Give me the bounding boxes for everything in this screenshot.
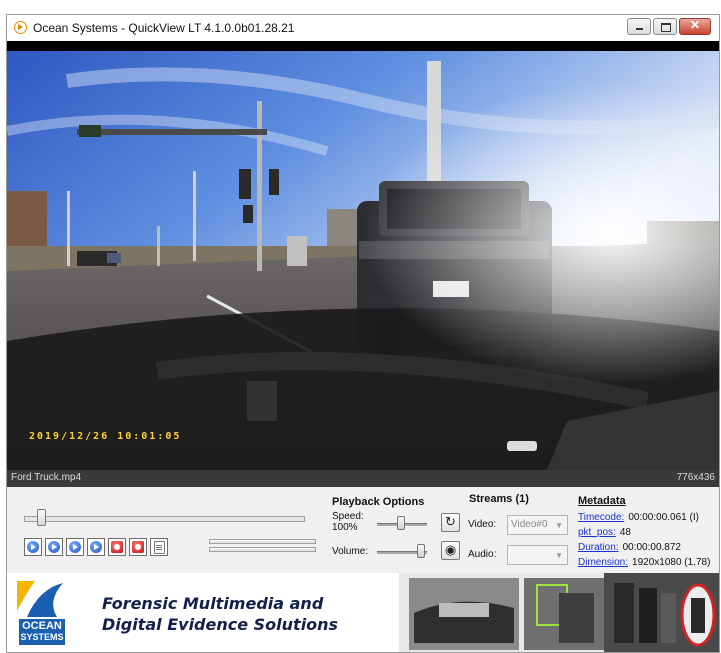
video-dimensions: 776x436 <box>676 472 715 483</box>
metadata-value: 48 <box>619 527 631 538</box>
camera-button[interactable]: ◉ <box>441 541 460 560</box>
seek-handle[interactable] <box>37 509 46 526</box>
video-timestamp: 2019/12/26 10:01:05 <box>29 431 182 442</box>
rewind-start-icon <box>27 541 39 553</box>
title-bar[interactable]: Ocean Systems - QuickView LT 4.1.0.0b01.… <box>7 15 719 42</box>
tagline-line-2: Digital Evidence Solutions <box>102 615 339 634</box>
maximize-icon <box>661 23 671 32</box>
tagline-line-1: Forensic Multimedia and <box>102 594 324 613</box>
metadata-key-link[interactable]: Duration: <box>578 542 619 553</box>
play-icon <box>48 541 60 553</box>
branding-banner: OCEAN SYSTEMS Forensic Multimedia and Di… <box>7 573 719 652</box>
banner-tagline: Forensic Multimedia and Digital Evidence… <box>102 593 338 635</box>
ocean-systems-logo-icon <box>17 581 63 617</box>
report-button[interactable] <box>150 538 168 556</box>
maximize-button[interactable] <box>653 18 677 35</box>
streams-heading: Streams (1) <box>469 493 529 505</box>
rotate-button[interactable]: ↻ <box>441 513 460 532</box>
metadata-value: 00:00:00.872 <box>622 542 681 553</box>
volume-label: Volume: <box>332 546 369 557</box>
logo-line-1: OCEAN <box>22 620 62 632</box>
video-stream-select[interactable]: Video#0 ▼ <box>507 515 568 535</box>
chevron-down-icon: ▼ <box>555 551 563 560</box>
speed-slider-handle[interactable] <box>397 516 405 530</box>
document-icon <box>154 541 165 554</box>
close-icon: ✕ <box>689 18 701 32</box>
window-controls: ✕ <box>627 18 711 35</box>
metadata-row: pkt_pos: 48 <box>578 527 631 538</box>
fast-forward-button[interactable] <box>87 538 105 556</box>
file-name: Ford Truck.mp4 <box>11 472 82 483</box>
metadata-row: Dimension: 1920x1080 (1.78) <box>578 557 710 568</box>
rewind-start-button[interactable] <box>24 538 42 556</box>
metadata-key-link[interactable]: Dimension: <box>578 557 628 568</box>
fast-forward-icon <box>90 541 102 553</box>
metadata-key-link[interactable]: pkt_pos: <box>578 527 616 538</box>
record-button[interactable] <box>129 538 147 556</box>
metadata-row: Timecode: 00:00:00.061 (I) <box>578 512 699 523</box>
window-title: Ocean Systems - QuickView LT 4.1.0.0b01.… <box>33 21 295 35</box>
chevron-down-icon: ▼ <box>555 521 563 530</box>
playback-buttons <box>24 538 168 556</box>
logo-line-2: SYSTEMS <box>20 632 64 642</box>
controls-panel: Playback Options Speed: 100% Volume: Str… <box>7 487 719 573</box>
metadata-value: 1920x1080 (1.78) <box>632 557 711 568</box>
forensic-image-collage <box>399 573 719 652</box>
speed-label: Speed: <box>332 511 364 522</box>
video-stream-label: Video: <box>468 519 497 530</box>
speed-value: 100% <box>332 522 358 533</box>
minimize-button[interactable] <box>627 18 651 35</box>
step-forward-icon <box>69 541 81 553</box>
app-play-icon <box>14 21 27 34</box>
volume-slider-handle[interactable] <box>417 544 425 558</box>
video-stream-value: Video#0 <box>511 519 548 530</box>
video-info-bar: Ford Truck.mp4 776x436 <box>7 470 719 487</box>
metadata-row: Duration: 00:00:00.872 <box>578 542 681 553</box>
metadata-key-link[interactable]: Timecode: <box>578 512 624 523</box>
metadata-heading: Metadata <box>578 495 626 507</box>
seek-bar[interactable] <box>24 516 305 522</box>
rotate-icon: ↻ <box>445 514 456 529</box>
audio-meter-right <box>209 547 316 552</box>
dashcam-frame-image <box>7 41 719 470</box>
close-button[interactable]: ✕ <box>679 18 711 35</box>
camera-icon: ◉ <box>444 542 457 557</box>
app-window: Ocean Systems - QuickView LT 4.1.0.0b01.… <box>6 14 720 653</box>
audio-stream-select[interactable]: ▼ <box>507 545 568 565</box>
playback-options-heading: Playback Options <box>332 496 425 508</box>
step-forward-button[interactable] <box>66 538 84 556</box>
audio-stream-label: Audio: <box>468 549 497 560</box>
metadata-value: 00:00:00.061 (I) <box>628 512 699 523</box>
minimize-icon <box>636 28 643 30</box>
snapshot-button[interactable] <box>108 538 126 556</box>
snapshot-icon <box>111 541 123 553</box>
record-icon <box>132 541 144 553</box>
ocean-systems-logo: OCEAN SYSTEMS <box>19 619 65 645</box>
video-frame[interactable]: 2019/12/26 10:01:05 <box>7 41 719 470</box>
audio-meter-left <box>209 539 316 544</box>
play-button[interactable] <box>45 538 63 556</box>
